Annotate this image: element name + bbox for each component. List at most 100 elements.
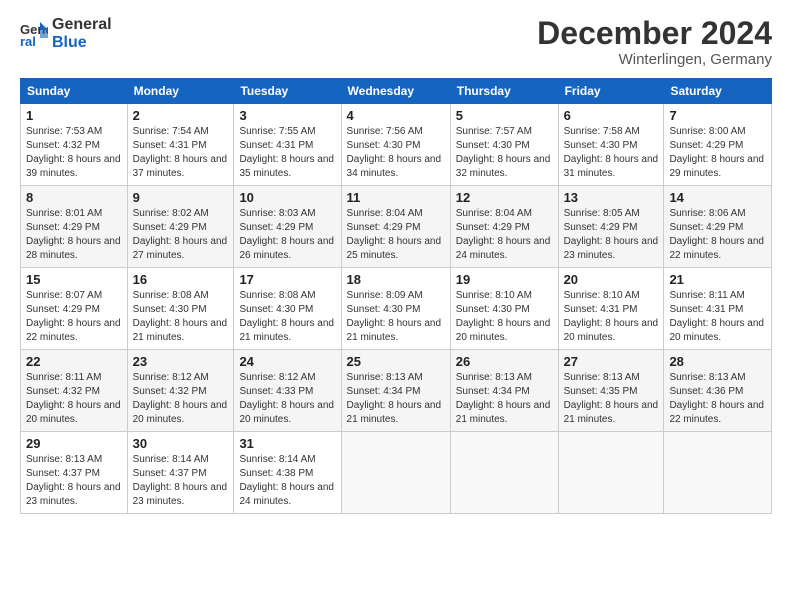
calendar-cell: 30 Sunrise: 8:14 AMSunset: 4:37 PMDayligh… [127,432,234,514]
calendar-cell: 10 Sunrise: 8:03 AMSunset: 4:29 PMDayligh… [234,186,341,268]
day-number: 16 [133,272,229,287]
calendar-week-4: 22 Sunrise: 8:11 AMSunset: 4:32 PMDayligh… [21,350,772,432]
day-number: 24 [239,354,335,369]
calendar-cell [341,432,450,514]
day-number: 10 [239,190,335,205]
day-number: 18 [347,272,445,287]
day-number: 23 [133,354,229,369]
day-info: Sunrise: 7:57 AMSunset: 4:30 PMDaylight:… [456,125,553,181]
day-info: Sunrise: 8:14 AMSunset: 4:37 PMDaylight:… [133,453,229,509]
day-header-tuesday: Tuesday [234,79,341,104]
calendar-cell: 13 Sunrise: 8:05 AMSunset: 4:29 PMDayligh… [558,186,664,268]
calendar-cell: 17Sunrise: 8:08 AMSunset: 4:30 PMDayligh… [234,268,341,350]
calendar-cell: 14 Sunrise: 8:06 AMSunset: 4:29 PMDayligh… [664,186,772,268]
day-number: 12 [456,190,553,205]
day-number: 20 [564,272,659,287]
day-number: 29 [26,436,122,451]
day-number: 3 [239,108,335,123]
logo-line1: General [52,16,112,34]
calendar-cell: 18 Sunrise: 8:09 AMSunset: 4:30 PMDayligh… [341,268,450,350]
calendar-week-2: 8Sunrise: 8:01 AMSunset: 4:29 PMDaylight… [21,186,772,268]
day-number: 9 [133,190,229,205]
calendar-cell: 9 Sunrise: 8:02 AMSunset: 4:29 PMDaylight… [127,186,234,268]
calendar-cell: 6Sunrise: 7:58 AMSunset: 4:30 PMDaylight… [558,104,664,186]
title-block: December 2024 Winterlingen, Germany [537,16,772,68]
day-header-wednesday: Wednesday [341,79,450,104]
day-info: Sunrise: 8:11 AMSunset: 4:31 PMDaylight:… [669,289,766,345]
day-number: 14 [669,190,766,205]
calendar-cell: 25 Sunrise: 8:13 AMSunset: 4:34 PMDayligh… [341,350,450,432]
day-number: 27 [564,354,659,369]
day-info: Sunrise: 8:03 AMSunset: 4:29 PMDaylight:… [239,207,335,263]
day-number: 7 [669,108,766,123]
day-number: 11 [347,190,445,205]
calendar-cell: 11 Sunrise: 8:04 AMSunset: 4:29 PMDayligh… [341,186,450,268]
calendar-cell: 26Sunrise: 8:13 AMSunset: 4:34 PMDayligh… [450,350,558,432]
day-info: Sunrise: 8:05 AMSunset: 4:29 PMDaylight:… [564,207,659,263]
day-number: 28 [669,354,766,369]
calendar-cell: 12 Sunrise: 8:04 AMSunset: 4:29 PMDayligh… [450,186,558,268]
day-header-sunday: Sunday [21,79,128,104]
calendar-week-5: 29 Sunrise: 8:13 AMSunset: 4:37 PMDayligh… [21,432,772,514]
day-number: 26 [456,354,553,369]
calendar-body: 1 Sunrise: 7:53 AMSunset: 4:32 PMDaylight… [21,104,772,514]
day-number: 2 [133,108,229,123]
calendar-cell: 29 Sunrise: 8:13 AMSunset: 4:37 PMDayligh… [21,432,128,514]
day-info: Sunrise: 7:54 AMSunset: 4:31 PMDaylight:… [133,125,229,181]
day-number: 5 [456,108,553,123]
calendar-cell: 1 Sunrise: 7:53 AMSunset: 4:32 PMDaylight… [21,104,128,186]
day-info: Sunrise: 8:10 AMSunset: 4:30 PMDaylight:… [456,289,553,345]
day-header-monday: Monday [127,79,234,104]
day-info: Sunrise: 8:08 AMSunset: 4:30 PMDaylight:… [133,289,229,345]
day-info: Sunrise: 8:01 AMSunset: 4:29 PMDaylight:… [26,207,122,263]
logo: Gene ral General Blue [20,16,112,53]
day-info: Sunrise: 7:53 AMSunset: 4:32 PMDaylight:… [26,125,122,181]
day-number: 17 [239,272,335,287]
day-number: 31 [239,436,335,451]
calendar-cell: 4Sunrise: 7:56 AMSunset: 4:30 PMDaylight… [341,104,450,186]
day-info: Sunrise: 8:11 AMSunset: 4:32 PMDaylight:… [26,371,122,427]
day-header-friday: Friday [558,79,664,104]
day-info: Sunrise: 8:06 AMSunset: 4:29 PMDaylight:… [669,207,766,263]
day-number: 19 [456,272,553,287]
day-info: Sunrise: 8:04 AMSunset: 4:29 PMDaylight:… [456,207,553,263]
calendar-cell: 23Sunrise: 8:12 AMSunset: 4:32 PMDayligh… [127,350,234,432]
day-number: 22 [26,354,122,369]
day-info: Sunrise: 7:56 AMSunset: 4:30 PMDaylight:… [347,125,445,181]
day-info: Sunrise: 8:13 AMSunset: 4:35 PMDaylight:… [564,371,659,427]
day-info: Sunrise: 8:07 AMSunset: 4:29 PMDaylight:… [26,289,122,345]
calendar-week-1: 1 Sunrise: 7:53 AMSunset: 4:32 PMDaylight… [21,104,772,186]
day-header-thursday: Thursday [450,79,558,104]
day-header-saturday: Saturday [664,79,772,104]
calendar-cell: 21Sunrise: 8:11 AMSunset: 4:31 PMDayligh… [664,268,772,350]
calendar-cell: 2 Sunrise: 7:54 AMSunset: 4:31 PMDaylight… [127,104,234,186]
day-info: Sunrise: 8:13 AMSunset: 4:37 PMDaylight:… [26,453,122,509]
day-info: Sunrise: 8:02 AMSunset: 4:29 PMDaylight:… [133,207,229,263]
day-number: 1 [26,108,122,123]
day-number: 25 [347,354,445,369]
main-title: December 2024 [537,16,772,51]
day-info: Sunrise: 8:10 AMSunset: 4:31 PMDaylight:… [564,289,659,345]
day-info: Sunrise: 8:14 AMSunset: 4:38 PMDaylight:… [239,453,335,509]
calendar-cell [450,432,558,514]
day-info: Sunrise: 7:58 AMSunset: 4:30 PMDaylight:… [564,125,659,181]
calendar-cell: 24Sunrise: 8:12 AMSunset: 4:33 PMDayligh… [234,350,341,432]
day-info: Sunrise: 8:04 AMSunset: 4:29 PMDaylight:… [347,207,445,263]
day-number: 13 [564,190,659,205]
calendar-cell [558,432,664,514]
subtitle: Winterlingen, Germany [537,51,772,68]
logo-line2: Blue [52,34,112,52]
calendar-cell: 22 Sunrise: 8:11 AMSunset: 4:32 PMDayligh… [21,350,128,432]
calendar-cell: 5 Sunrise: 7:57 AMSunset: 4:30 PMDaylight… [450,104,558,186]
calendar-week-3: 15Sunrise: 8:07 AMSunset: 4:29 PMDayligh… [21,268,772,350]
day-info: Sunrise: 8:13 AMSunset: 4:36 PMDaylight:… [669,371,766,427]
day-number: 30 [133,436,229,451]
calendar-cell: 3Sunrise: 7:55 AMSunset: 4:31 PMDaylight… [234,104,341,186]
calendar-cell: 19 Sunrise: 8:10 AMSunset: 4:30 PMDayligh… [450,268,558,350]
day-info: Sunrise: 8:09 AMSunset: 4:30 PMDaylight:… [347,289,445,345]
svg-text:ral: ral [20,34,36,48]
calendar-cell: 20 Sunrise: 8:10 AMSunset: 4:31 PMDayligh… [558,268,664,350]
calendar-header-row: SundayMondayTuesdayWednesdayThursdayFrid… [21,79,772,104]
calendar-cell: 8Sunrise: 8:01 AMSunset: 4:29 PMDaylight… [21,186,128,268]
day-info: Sunrise: 8:13 AMSunset: 4:34 PMDaylight:… [347,371,445,427]
